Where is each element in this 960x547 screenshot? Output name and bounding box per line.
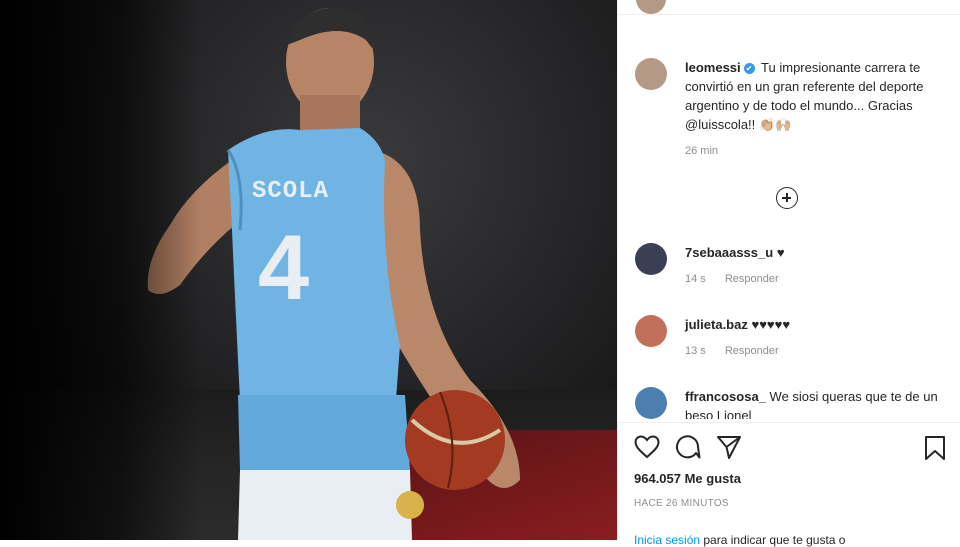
caption-text-block: leomessi ✔ Tu impresionante carrera te co… — [685, 58, 945, 134]
comment-icon[interactable] — [675, 435, 701, 459]
post-header — [618, 0, 960, 15]
comment-avatar[interactable] — [635, 243, 667, 275]
comment-meta: 14 s Responder — [685, 270, 945, 289]
photo-vignette — [0, 0, 200, 540]
login-text: para indicar que te gusta o — [700, 533, 846, 547]
jersey-name: SCOLA — [252, 178, 330, 205]
comment-item: 7sebaaasss_u ♥ 14 s Responder — [635, 243, 945, 289]
verified-badge-icon: ✔ — [743, 63, 755, 74]
heart-icon[interactable] — [634, 435, 660, 459]
login-link[interactable]: Inicia sesión — [634, 533, 700, 547]
comment-avatar[interactable] — [635, 315, 667, 347]
post-image[interactable]: SCOLA 4 — [0, 0, 617, 540]
comment-text-block: ffrancososa_ We siosi queras que te de u… — [685, 387, 945, 419]
bookmark-icon[interactable] — [924, 435, 946, 461]
caption-avatar[interactable] — [635, 58, 667, 90]
likes-count[interactable]: 964.057 Me gusta — [634, 471, 741, 486]
comment-username[interactable]: ffrancososa_ — [685, 389, 766, 404]
jersey-number: 4 — [258, 217, 310, 319]
reply-button[interactable]: Responder — [725, 345, 779, 357]
comment-text-block: 7sebaaasss_u ♥ — [685, 243, 945, 262]
comment-text: ♥♥♥♥♥ — [751, 317, 791, 332]
post-timestamp: HACE 26 MINUTOS — [634, 498, 729, 509]
comment-item: julieta.baz ♥♥♥♥♥ 13 s Responder — [635, 315, 945, 361]
comment-username[interactable]: 7sebaaasss_u — [685, 245, 773, 260]
comment-time[interactable]: 13 s — [685, 345, 706, 357]
caption-emoji: 👏🏼🙌🏼 — [758, 117, 792, 132]
caption-username[interactable]: leomessi — [685, 60, 741, 75]
caption: leomessi ✔ Tu impresionante carrera te co… — [635, 58, 945, 161]
share-icon[interactable] — [716, 435, 742, 459]
comment-time[interactable]: 14 s — [685, 273, 706, 285]
comment-avatar[interactable] — [635, 387, 667, 419]
load-more-comments-button[interactable] — [776, 187, 798, 209]
comments-panel: leomessi ✔ Tu impresionante carrera te co… — [617, 0, 960, 547]
caption-meta: 26 min — [685, 142, 945, 161]
comment-item: ffrancososa_ We siosi queras que te de u… — [635, 387, 945, 419]
login-prompt: Inicia sesión para indicar que te gusta … — [634, 533, 845, 547]
comment-username[interactable]: julieta.baz — [685, 317, 748, 332]
comment-text: ♥ — [776, 245, 785, 260]
comment-text-block: julieta.baz ♥♥♥♥♥ — [685, 315, 945, 334]
caption-time[interactable]: 26 min — [685, 145, 718, 157]
header-avatar[interactable] — [636, 0, 666, 14]
post-actions: 964.057 Me gusta HACE 26 MINUTOS Inicia … — [618, 422, 960, 547]
reply-button[interactable]: Responder — [725, 273, 779, 285]
comment-meta: 13 s Responder — [685, 342, 945, 361]
